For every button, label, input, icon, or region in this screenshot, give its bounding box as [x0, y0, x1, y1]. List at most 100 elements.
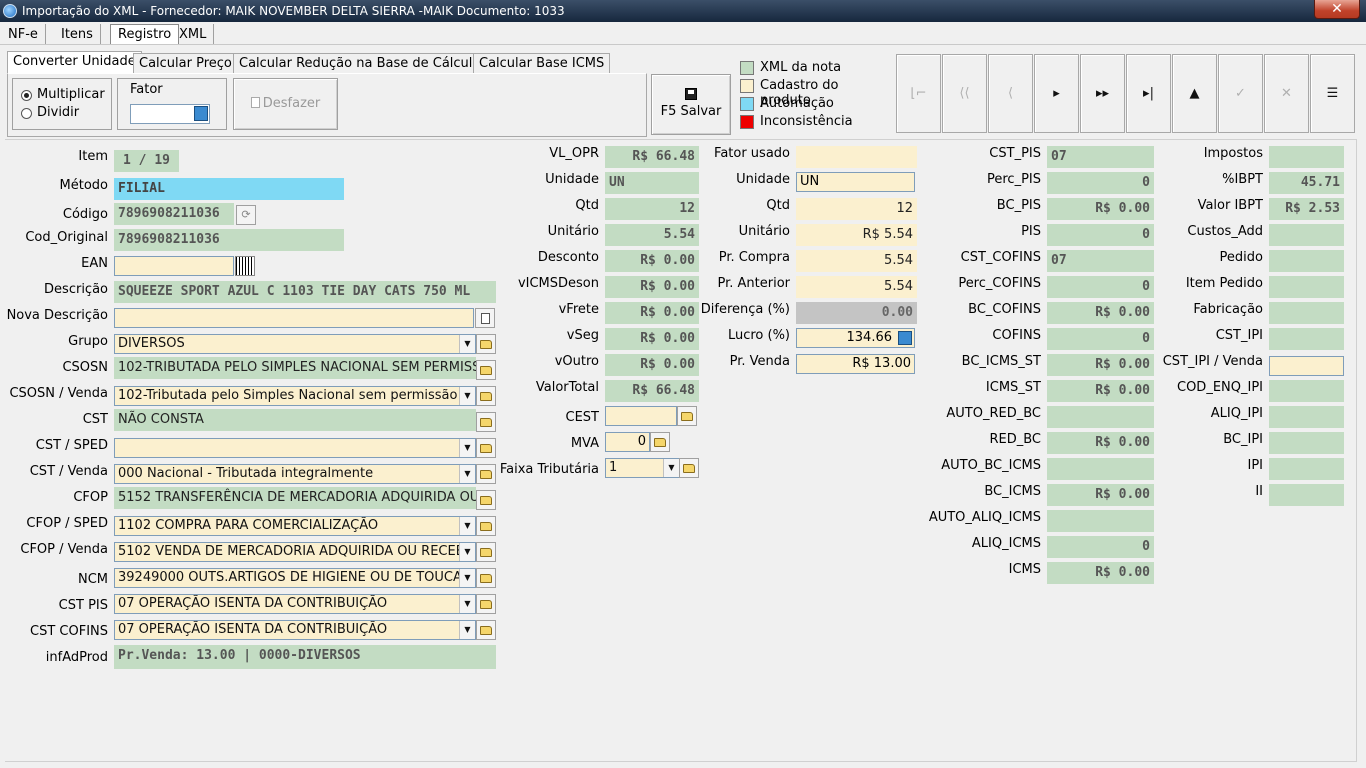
cstcofins-select[interactable]: 07 OPERAÇÃO ISENTA DA CONTRIBUIÇÃO ▼ — [114, 620, 476, 640]
folder-icon[interactable] — [476, 490, 496, 510]
ii-label: II — [1255, 484, 1263, 499]
cst-ipi-venda-input[interactable] — [1269, 356, 1344, 376]
cfopv-select[interactable]: 5102 VENDA DE MERCADORIA ADQUIRIDA OU RE… — [114, 542, 476, 562]
faixa-value: 1 — [609, 460, 618, 475]
voutro-xml-value: R$ 0.00 — [605, 354, 699, 376]
vseg-xml-value: R$ 0.00 — [605, 328, 699, 350]
bc-cofins-label: BC_COFINS — [968, 302, 1041, 317]
codorig-label: Cod_Original — [25, 230, 108, 245]
qtd-cadastro-value: 12 — [796, 198, 917, 220]
cfopsped-select[interactable]: 1102 COMPRA PARA COMERCIALIZAÇÃO ▼ — [114, 516, 476, 536]
pr-venda-input[interactable]: R$ 13.00 — [796, 354, 915, 374]
grupo-select[interactable]: DIVERSOS ▼ — [114, 334, 476, 354]
bc-pis-value: R$ 0.00 — [1047, 198, 1154, 220]
folder-icon[interactable] — [476, 412, 496, 432]
cstpis-select[interactable]: 07 OPERAÇÃO ISENTA DA CONTRIBUIÇÃO ▼ — [114, 594, 476, 614]
legend-swatch-xml — [740, 61, 754, 75]
voutro-xml-label: vOutro — [554, 354, 599, 369]
bc-cofins-value: R$ 0.00 — [1047, 302, 1154, 324]
csosnv-label: CSOSN / Venda — [9, 386, 108, 401]
nav-post-button[interactable]: ✓ — [1218, 54, 1263, 133]
multiplicar-radio[interactable] — [21, 90, 32, 101]
tab-xml[interactable]: XML — [172, 24, 215, 44]
tab-nfe[interactable]: NF-e — [1, 24, 46, 44]
folder-icon[interactable] — [476, 568, 496, 588]
chevron-down-icon[interactable]: ▼ — [663, 459, 679, 477]
nav-prior-button[interactable]: ⟨ — [988, 54, 1033, 133]
chevron-down-icon[interactable]: ▼ — [459, 543, 475, 561]
folder-icon[interactable] — [476, 438, 496, 458]
cest-input[interactable] — [605, 406, 677, 426]
multiplicar-label: Multiplicar — [37, 87, 105, 102]
mva-input[interactable]: 0 — [605, 432, 650, 452]
ean-input[interactable] — [114, 256, 234, 276]
nav-list-button[interactable]: ☰ — [1310, 54, 1355, 133]
auto-bc-icms-value — [1047, 458, 1154, 480]
folder-icon[interactable] — [679, 458, 699, 478]
ncm-select[interactable]: 39249000 OUTS.ARTIGOS DE HIGIENE OU DE T… — [114, 568, 476, 588]
subtab-calcular-reducao[interactable]: Calcular Redução na Base de Cálculo — [233, 53, 487, 73]
subtab-calcular-base-icms[interactable]: Calcular Base ICMS — [473, 53, 611, 73]
cstcofins-label: CST COFINS — [30, 624, 108, 639]
dividir-radio[interactable] — [21, 108, 32, 119]
legend-swatch-cadastro — [740, 79, 754, 93]
chevron-down-icon[interactable]: ▼ — [459, 621, 475, 639]
salvar-button[interactable]: F5 Salvar — [651, 74, 731, 135]
color-legend: XML da nota Cadastro do produto Automaçã… — [740, 60, 890, 136]
faixa-select[interactable]: 1 ▼ — [605, 458, 680, 478]
folder-icon[interactable] — [476, 594, 496, 614]
nav-next-button[interactable]: ▸ — [1034, 54, 1079, 133]
auto-aliq-icms-label: AUTO_ALIQ_ICMS — [928, 510, 1041, 525]
cofins-label: COFINS — [992, 328, 1041, 343]
tab-itens[interactable]: Itens — [54, 24, 101, 44]
tab-divider — [0, 44, 1366, 45]
novadesc-input[interactable] — [114, 308, 474, 328]
chevron-down-icon[interactable]: ▼ — [459, 335, 475, 353]
cod-enq-ipi-label: COD_ENQ_IPI — [1177, 380, 1263, 395]
folder-icon[interactable] — [476, 620, 496, 640]
unit-rio-xml-label: Unitário — [547, 224, 599, 239]
cstsped-select[interactable]: ▼ — [114, 438, 476, 458]
unidade-cadastro-input[interactable]: UN — [796, 172, 915, 192]
folder-icon[interactable] — [650, 432, 670, 452]
window-title: Importação do XML - Fornecedor: MAIK NOV… — [22, 4, 565, 18]
chevron-down-icon[interactable]: ▼ — [459, 595, 475, 613]
cstv-select[interactable]: 000 Nacional - Tributada integralmente ▼ — [114, 464, 476, 484]
folder-icon[interactable] — [476, 334, 496, 354]
cst-cofins-label: CST_COFINS — [960, 250, 1041, 265]
pedido-label: Pedido — [1219, 250, 1263, 265]
nav-last-button[interactable]: ▸| — [1126, 54, 1171, 133]
csosnv-select[interactable]: 102-Tributada pelo Simples Nacional sem … — [114, 386, 476, 406]
red-bc-label: RED_BC — [989, 432, 1041, 447]
close-button[interactable]: ✕ — [1314, 0, 1360, 19]
desconto-xml-value: R$ 0.00 — [605, 250, 699, 272]
barcode-icon[interactable] — [235, 256, 255, 276]
cst-pis-value: 07 — [1047, 146, 1154, 168]
grupo-label: Grupo — [68, 334, 108, 349]
chevron-down-icon[interactable]: ▼ — [459, 439, 475, 457]
copy-icon[interactable] — [475, 308, 495, 328]
chevron-down-icon[interactable]: ▼ — [459, 465, 475, 483]
folder-icon[interactable] — [476, 516, 496, 536]
folder-icon[interactable] — [476, 542, 496, 562]
folder-icon[interactable] — [476, 360, 496, 380]
qtd-xml-value: 12 — [605, 198, 699, 220]
chevron-down-icon[interactable]: ▼ — [459, 387, 475, 405]
nav-prior-page-button[interactable]: ⟨⟨ — [942, 54, 987, 133]
folder-icon[interactable] — [677, 406, 697, 426]
nav-up-button[interactable]: ▲ — [1172, 54, 1217, 133]
nav-first-button[interactable]: ⌊⌐ — [896, 54, 941, 133]
subtab-calcular-preco[interactable]: Calcular Preço — [133, 53, 238, 73]
csosn-label: CSOSN — [62, 360, 108, 375]
chevron-down-icon[interactable]: ▼ — [459, 517, 475, 535]
chevron-down-icon[interactable]: ▼ — [459, 569, 475, 587]
tab-registro[interactable]: Registro — [110, 24, 180, 44]
calculator-icon[interactable] — [194, 106, 208, 121]
refresh-icon[interactable]: ⟳ — [236, 205, 256, 225]
aliq-ipi-label: ALIQ_IPI — [1210, 406, 1263, 421]
subtab-converter-unidade[interactable]: Converter Unidade — [7, 51, 142, 73]
nav-next-page-button[interactable]: ▸▸ — [1080, 54, 1125, 133]
unitario-cadastro-label: Unitário — [738, 224, 790, 239]
nav-cancel-button[interactable]: ✕ — [1264, 54, 1309, 133]
folder-icon[interactable] — [476, 386, 496, 406]
